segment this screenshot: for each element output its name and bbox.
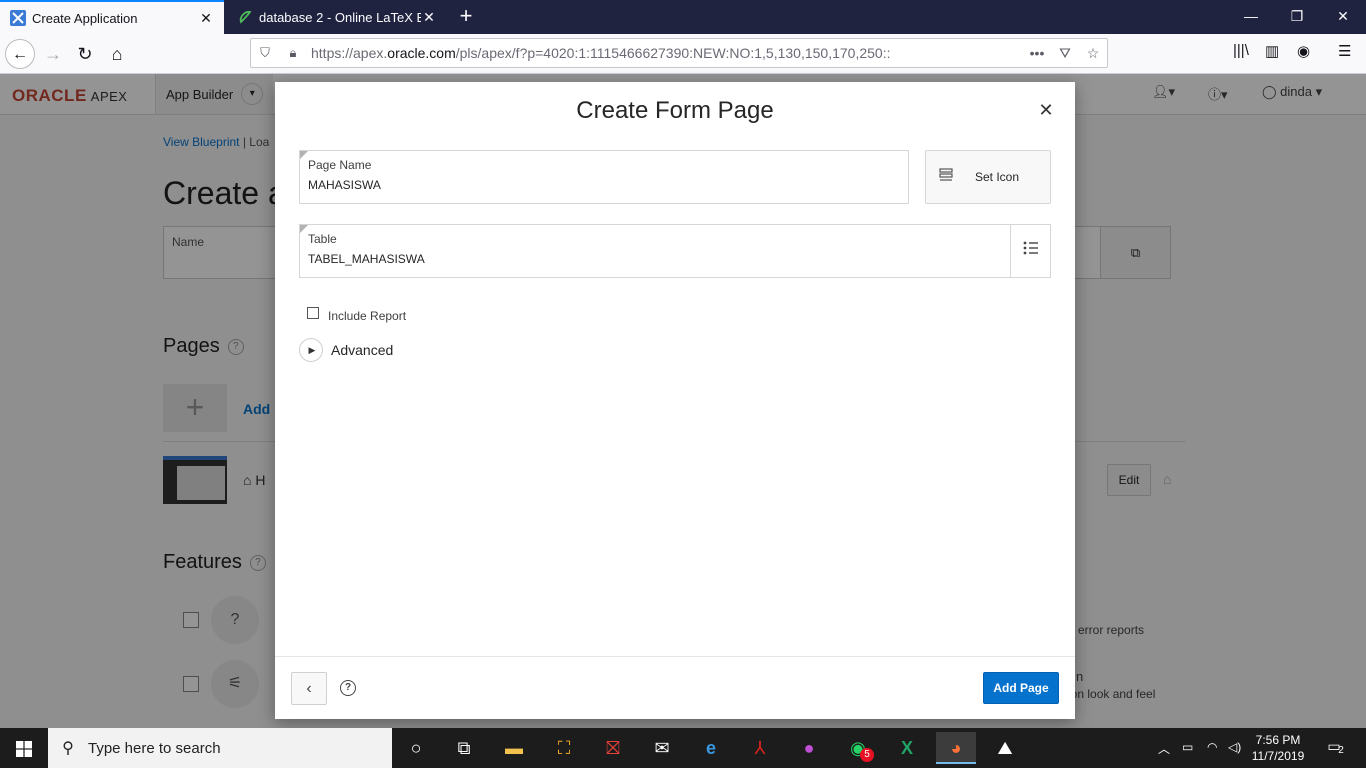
minimize-icon[interactable]: — — [1228, 0, 1274, 34]
notifications-icon[interactable]: ▭ 2 — [1322, 738, 1346, 758]
include-report-label[interactable]: Include Report — [328, 309, 406, 323]
search-placeholder: Type here to search — [88, 739, 221, 757]
browser-tab-bar: Create Application ✕ database 2 - Online… — [0, 0, 1366, 34]
cortana-icon[interactable]: ○ — [396, 732, 436, 764]
help-icon[interactable]: ? — [340, 680, 356, 696]
windows-taskbar: ⚲ Type here to search ○ ⧉ ▬ ⛶ ⛝ ✉ e ⅄ ● … — [0, 728, 1366, 768]
include-report-row: Include Report — [307, 306, 406, 323]
table-input[interactable] — [308, 252, 1000, 266]
task-view-icon[interactable]: ⧉ — [444, 732, 484, 764]
gift-icon[interactable]: ⛝ — [593, 732, 633, 764]
table-label: Table — [308, 232, 337, 246]
window-close-icon[interactable]: ✕ — [1320, 0, 1366, 34]
show-hidden-icons[interactable]: ︿ — [1158, 740, 1170, 757]
forward-icon[interactable]: → — [38, 39, 68, 69]
clock-date: 11/7/2019 — [1251, 749, 1305, 763]
set-icon-label: Set Icon — [975, 170, 1020, 184]
browser-nav-bar: ← → ↻ ⌂ ⛉ 🔒︎ https://apex.oracle.com/pls… — [0, 34, 1366, 74]
close-tab-icon[interactable]: ✕ — [421, 9, 437, 26]
list-icon[interactable] — [1010, 225, 1050, 277]
dialog-title: Create Form Page — [576, 97, 774, 124]
mail-icon[interactable]: ✉ — [642, 732, 682, 764]
back-icon[interactable]: ← — [5, 39, 35, 69]
tab-title: database 2 - Online LaTeX Edito — [259, 9, 421, 25]
bookmark-star-icon[interactable]: ☆ — [1079, 45, 1107, 62]
taskbar-search[interactable]: ⚲ Type here to search — [48, 728, 392, 768]
page-actions-icon[interactable]: ••• — [1023, 45, 1051, 61]
library-icon[interactable]: |||\ — [1233, 42, 1249, 59]
include-report-checkbox[interactable] — [307, 307, 319, 319]
volume-icon[interactable]: ◁) — [1228, 740, 1241, 754]
previous-button[interactable]: ‹ — [291, 672, 327, 705]
whatsapp-badge: 5 — [860, 748, 874, 762]
menu-icon[interactable]: ☰ — [1338, 42, 1351, 60]
set-icon-button[interactable]: Set Icon — [925, 150, 1051, 204]
home-icon[interactable]: ⌂ — [102, 39, 132, 69]
tab-latex-editor[interactable]: database 2 - Online LaTeX Edito ✕ — [227, 0, 447, 34]
windows-start-icon[interactable] — [0, 728, 48, 768]
create-form-page-dialog: Create Form Page ✕ Page Name Set Icon Ta… — [275, 82, 1075, 719]
search-icon: ⚲ — [62, 740, 74, 757]
address-bar[interactable]: ⛉ 🔒︎ https://apex.oracle.com/pls/apex/f?… — [250, 38, 1108, 68]
overleaf-icon — [237, 9, 253, 25]
page-name-input[interactable] — [308, 178, 900, 192]
lock-icon[interactable]: 🔒︎ — [279, 45, 307, 61]
whatsapp-icon[interactable]: ◉ 5 — [838, 732, 878, 764]
dialog-footer: ‹ ? Add Page — [275, 656, 1075, 719]
restore-icon[interactable]: ❐ — [1274, 0, 1320, 34]
tab-title: Create Application — [32, 10, 138, 26]
tab-create-application[interactable]: Create Application ✕ — [0, 0, 224, 34]
close-tab-icon[interactable]: ✕ — [198, 10, 214, 27]
excel-icon[interactable]: X — [887, 732, 927, 764]
url-text[interactable]: https://apex.oracle.com/pls/apex/f?p=402… — [307, 45, 1023, 61]
reload-icon[interactable]: ↻ — [70, 39, 100, 69]
page-name-label: Page Name — [308, 158, 372, 172]
set-icon-icon — [926, 167, 966, 188]
wifi-icon[interactable]: ◠ — [1207, 740, 1217, 754]
add-page-button[interactable]: Add Page — [983, 672, 1059, 704]
paint3d-icon[interactable]: ● — [789, 732, 829, 764]
clock-time: 7:56 PM — [1255, 733, 1301, 747]
firefox-icon[interactable]: ◕ — [936, 732, 976, 764]
sidebar-icon[interactable]: ▥ — [1265, 42, 1279, 60]
new-tab-button[interactable]: + — [454, 4, 478, 30]
table-field[interactable]: Table — [299, 224, 1051, 278]
store-icon[interactable]: ⛶ — [544, 732, 584, 764]
system-clock[interactable]: 7:56 PM 11/7/2019 — [1246, 732, 1310, 764]
account-icon[interactable]: ◉ — [1297, 42, 1310, 60]
advanced-section[interactable]: ▶ Advanced — [299, 338, 393, 362]
expand-triangle-icon[interactable]: ▶ — [299, 338, 323, 362]
photos-icon[interactable]: ⛰ — [985, 732, 1025, 764]
close-icon[interactable]: ✕ — [1035, 99, 1057, 121]
apex-icon — [10, 10, 26, 26]
pocket-icon[interactable]: ⛛ — [1051, 45, 1079, 62]
page-name-field[interactable]: Page Name — [299, 150, 909, 204]
edge-icon[interactable]: e — [691, 732, 731, 764]
battery-icon[interactable]: ▭ — [1182, 740, 1193, 754]
acrobat-icon[interactable]: ⅄ — [740, 732, 780, 764]
file-explorer-icon[interactable]: ▬ — [494, 732, 534, 764]
shield-icon[interactable]: ⛉ — [251, 45, 279, 61]
advanced-label[interactable]: Advanced — [331, 342, 393, 358]
